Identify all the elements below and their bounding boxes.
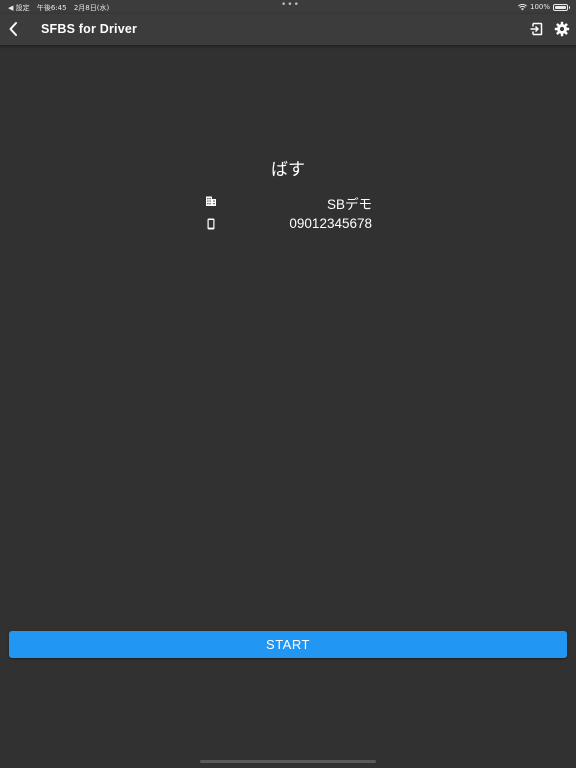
settings-button[interactable] [554,21,570,37]
screen: ◀ 設定 午後6:45 2月8日(水) ••• 100% SFBS for Dr… [0,0,576,768]
logout-icon [530,22,543,36]
phone-row: 09012345678 [200,216,376,232]
company-row: SBデモ [200,193,376,212]
status-right: 100% [518,3,570,11]
phone-icon [207,218,215,230]
gear-icon [554,21,570,37]
multitasking-dots[interactable]: ••• [281,0,300,10]
wifi-icon [518,3,527,10]
battery-icon [553,3,570,11]
status-date: 2月8日(水) [73,4,110,12]
logout-button[interactable] [528,21,544,37]
chevron-left-icon [9,22,17,36]
phone-number: 09012345678 [289,216,372,231]
battery-level [555,5,566,9]
company-name: SBデモ [326,197,372,212]
building-icon [206,196,216,206]
home-indicator [200,760,376,763]
battery-percent: 100% [529,3,550,11]
driver-name: ばす [271,160,305,180]
status-time: 午後6:45 [36,4,67,12]
start-button[interactable]: START [9,631,567,658]
app-title: SFBS for Driver [41,22,138,36]
app-bar: SFBS for Driver [0,14,576,45]
back-button[interactable] [4,18,24,40]
status-bar: ◀ 設定 午後6:45 2月8日(水) ••• 100% [0,0,576,14]
back-to-app-link[interactable]: ◀ 設定 [8,4,30,12]
status-left: ◀ 設定 午後6:45 2月8日(水) [8,3,114,13]
